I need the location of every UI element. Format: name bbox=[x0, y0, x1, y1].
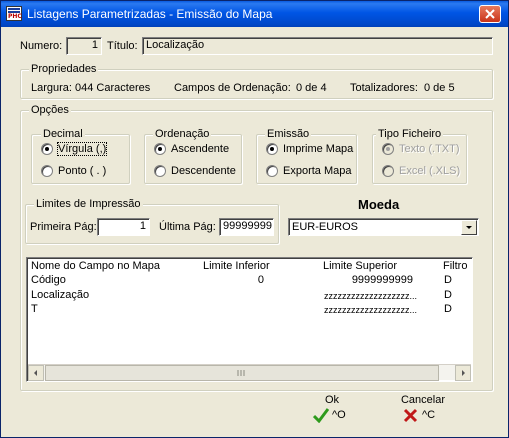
ordenacao-ascendente-radio[interactable] bbox=[154, 143, 166, 155]
propriedades-title: Propriedades bbox=[29, 63, 99, 75]
decimal-ponto-label[interactable]: Ponto ( . ) bbox=[58, 165, 106, 177]
cross-icon bbox=[403, 408, 418, 423]
decimal-virgula-label[interactable]: Vírgula (,) bbox=[56, 142, 108, 156]
window-title: Listagens Parametrizadas - Emissão do Ma… bbox=[27, 7, 273, 21]
moeda-title: Moeda bbox=[358, 197, 400, 212]
col-header-superior[interactable]: Limite Superior bbox=[323, 260, 397, 272]
arrow-left-icon bbox=[34, 370, 37, 376]
totalizadores-label: Totalizadores: bbox=[350, 82, 418, 94]
ordenacao-descendente-label[interactable]: Descendente bbox=[171, 165, 236, 177]
col-header-filtro[interactable]: Filtro bbox=[443, 260, 467, 272]
campos-ordenacao-value: 0 de 4 bbox=[296, 82, 327, 94]
titulo-label: Título: bbox=[107, 40, 138, 52]
ok-row: ^O bbox=[307, 406, 357, 424]
scroll-thumb[interactable] bbox=[45, 365, 439, 381]
tipo-ficheiro-txt-label[interactable]: Texto (.TXT) bbox=[399, 143, 460, 155]
emissao-mapa-window: PHC Listagens Parametrizadas - Emissão d… bbox=[0, 0, 509, 438]
titulo-field[interactable]: Localização bbox=[142, 37, 493, 55]
tipo-ficheiro-xls-radio[interactable] bbox=[382, 165, 394, 177]
emissao-imprime-radio[interactable] bbox=[266, 143, 278, 155]
ultima-pag-label: Última Pág: bbox=[159, 221, 216, 233]
campos-grid[interactable]: Nome do Campo no Mapa Limite Inferior Li… bbox=[26, 257, 473, 382]
largura-text: Largura: 044 Caracteres bbox=[31, 82, 151, 94]
decimal-ponto-radio[interactable] bbox=[41, 165, 53, 177]
ok-shortcut: ^O bbox=[332, 409, 346, 421]
moeda-value: EUR-EUROS bbox=[292, 221, 359, 233]
emissao-exporta-radio[interactable] bbox=[266, 165, 278, 177]
cancel-button[interactable]: Cancelar ^C bbox=[394, 394, 452, 430]
cell-filtro: D bbox=[444, 274, 452, 286]
cell-superior: 9999999999 bbox=[351, 274, 413, 286]
ultima-pag-input[interactable]: 99999999 bbox=[219, 218, 274, 236]
ok-button[interactable]: Ok ^O bbox=[307, 394, 357, 430]
col-header-inferior[interactable]: Limite Inferior bbox=[203, 260, 270, 272]
cancel-label: Cancelar bbox=[400, 394, 446, 406]
cell-inferior: 0 bbox=[257, 274, 264, 286]
scroll-left-button[interactable] bbox=[28, 365, 44, 381]
title-bar[interactable]: PHC Listagens Parametrizadas - Emissão d… bbox=[1, 1, 508, 27]
cell-superior: zzzzzzzzzzzzzzzzzzz... bbox=[324, 291, 418, 301]
grip-icon bbox=[237, 370, 245, 376]
moeda-select[interactable]: EUR-EUROS bbox=[288, 218, 479, 236]
chevron-down-icon bbox=[466, 226, 472, 229]
col-header-nome[interactable]: Nome do Campo no Mapa bbox=[31, 260, 160, 272]
check-icon bbox=[313, 408, 329, 423]
campos-ordenacao-label: Campos de Ordenação: bbox=[174, 82, 291, 94]
cell-nome: Localização bbox=[31, 289, 90, 301]
primeira-pag-label: Primeira Pág: bbox=[30, 221, 97, 233]
tipo-ficheiro-title: Tipo Ficheiro bbox=[376, 128, 444, 140]
ordenacao-title: Ordenação bbox=[153, 128, 212, 140]
decimal-virgula-radio[interactable] bbox=[41, 143, 53, 155]
app-icon: PHC bbox=[6, 6, 22, 21]
numero-field[interactable]: 1 bbox=[66, 37, 102, 55]
horizontal-scrollbar[interactable] bbox=[28, 364, 471, 381]
scroll-right-button[interactable] bbox=[455, 365, 471, 381]
close-icon bbox=[485, 9, 495, 19]
cell-filtro: D bbox=[444, 303, 452, 315]
moeda-dropdown-button[interactable] bbox=[461, 220, 477, 235]
close-button[interactable] bbox=[479, 5, 501, 23]
cell-nome: Código bbox=[31, 274, 66, 286]
tipo-ficheiro-xls-label[interactable]: Excel (.XLS) bbox=[399, 165, 460, 177]
cell-superior: zzzzzzzzzzzzzzzzzzz... bbox=[324, 305, 418, 315]
emissao-title: Emissão bbox=[265, 128, 312, 140]
decimal-title: Decimal bbox=[41, 128, 85, 140]
primeira-pag-input[interactable]: 1 bbox=[97, 218, 150, 236]
cancel-shortcut: ^C bbox=[422, 409, 436, 421]
cell-filtro: D bbox=[444, 289, 452, 301]
emissao-exporta-label[interactable]: Exporta Mapa bbox=[283, 165, 351, 177]
ordenacao-ascendente-label[interactable]: Ascendente bbox=[171, 143, 229, 155]
cancel-row: ^C bbox=[394, 406, 452, 424]
numero-label: Numero: bbox=[20, 40, 63, 52]
totalizadores-value: 0 de 5 bbox=[424, 82, 455, 94]
cell-nome: T bbox=[31, 303, 38, 315]
ordenacao-descendente-radio[interactable] bbox=[154, 165, 166, 177]
emissao-imprime-label[interactable]: Imprime Mapa bbox=[283, 143, 353, 155]
opcoes-title: Opções bbox=[29, 104, 71, 116]
tipo-ficheiro-txt-radio[interactable] bbox=[382, 143, 394, 155]
arrow-right-icon bbox=[462, 370, 465, 376]
limites-title: Limites de Impressão bbox=[34, 198, 143, 210]
ok-label: Ok bbox=[324, 394, 340, 406]
